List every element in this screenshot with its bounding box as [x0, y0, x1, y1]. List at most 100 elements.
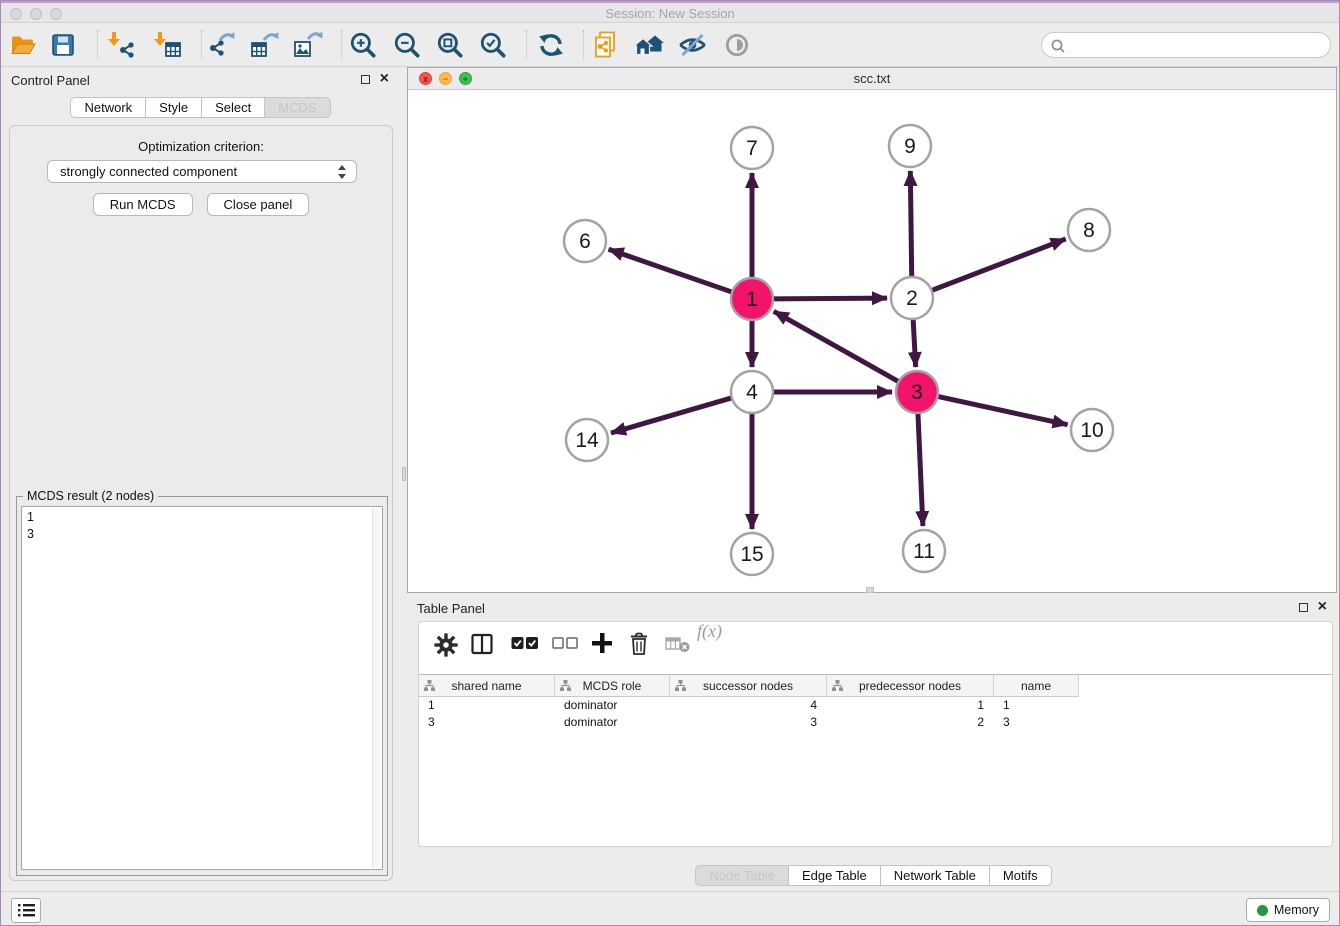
- splitter-grip[interactable]: [402, 467, 406, 481]
- deselect-all-button[interactable]: [552, 637, 578, 649]
- tab-style[interactable]: Style: [145, 97, 202, 118]
- split-panel-button[interactable]: [470, 632, 494, 656]
- graph-node-10[interactable]: [1071, 409, 1113, 451]
- graph-edge-3-10[interactable]: [937, 396, 1068, 424]
- float-panel-icon[interactable]: [361, 75, 370, 84]
- refresh-style-button[interactable]: [536, 30, 566, 60]
- float-table-panel-icon[interactable]: [1299, 603, 1308, 612]
- graph-edge-3-11[interactable]: [918, 412, 923, 526]
- control-panel: Control Panel × NetworkStyleSelectMCDS O…: [1, 67, 401, 891]
- table-cell[interactable]: dominator: [555, 697, 670, 714]
- graph-node-14[interactable]: [566, 419, 608, 461]
- column-header-shared-name[interactable]: shared name: [419, 675, 555, 697]
- graph-node-4[interactable]: [731, 371, 773, 413]
- dropdown-stepper-icon: [337, 164, 347, 180]
- network-view-window: x − + scc.txt 1234678910111415: [407, 67, 1337, 593]
- tab-edge-table[interactable]: Edge Table: [788, 865, 881, 886]
- fx-icon: f(x): [697, 621, 722, 641]
- result-scrollbar[interactable]: [372, 508, 381, 868]
- open-session-button[interactable]: [9, 32, 38, 57]
- close-table-panel-icon[interactable]: ×: [1318, 602, 1327, 612]
- tab-node-table[interactable]: Node Table: [695, 865, 789, 886]
- column-header-successor-nodes[interactable]: successor nodes: [670, 675, 827, 697]
- main-toolbar: [1, 23, 1339, 67]
- hide-selected-button[interactable]: [678, 32, 707, 57]
- tab-mcds[interactable]: MCDS: [264, 97, 330, 118]
- network-canvas[interactable]: 1234678910111415: [408, 90, 1336, 592]
- table-cell[interactable]: 3: [994, 714, 1079, 731]
- criterion-dropdown[interactable]: strongly connected component: [47, 160, 357, 183]
- trash-icon: [627, 631, 651, 657]
- zoom-in-icon: [348, 30, 378, 60]
- graph-node-7[interactable]: [731, 127, 773, 169]
- tab-motifs[interactable]: Motifs: [989, 865, 1052, 886]
- table-cell[interactable]: 1: [994, 697, 1079, 714]
- export-network-button[interactable]: [207, 31, 237, 59]
- graph-edge-2-9[interactable]: [910, 171, 911, 278]
- graph-node-3[interactable]: [896, 371, 938, 413]
- graph-node-6[interactable]: [564, 220, 606, 262]
- table-panel-tabs: Node TableEdge TableNetwork TableMotifs: [407, 865, 1340, 886]
- column-header-predecessor-nodes[interactable]: predecessor nodes: [827, 675, 994, 697]
- function-builder-button: f(x): [697, 631, 722, 633]
- export-table-button[interactable]: [250, 31, 280, 59]
- tab-select[interactable]: Select: [201, 97, 265, 118]
- tab-network-table[interactable]: Network Table: [880, 865, 990, 886]
- tab-network[interactable]: Network: [70, 97, 146, 118]
- table-body: 1dominator4113dominator323: [419, 697, 1332, 730]
- zoom-in-button[interactable]: [348, 30, 378, 60]
- search-box[interactable]: [1041, 32, 1331, 58]
- table-cell[interactable]: dominator: [555, 714, 670, 731]
- task-history-button[interactable]: [11, 898, 41, 923]
- search-input[interactable]: [1070, 34, 1320, 56]
- export-image-button[interactable]: [293, 31, 323, 59]
- table-cell[interactable]: 3: [670, 714, 827, 731]
- graph-node-11[interactable]: [903, 530, 945, 572]
- clone-network-button[interactable]: [591, 30, 621, 59]
- graph-edge-2-3[interactable]: [913, 318, 916, 367]
- add-column-button[interactable]: [589, 630, 615, 656]
- graph-node-1[interactable]: [731, 278, 773, 320]
- table-cell[interactable]: 1: [827, 697, 994, 714]
- table-cell[interactable]: 1: [419, 697, 555, 714]
- graph-edge-1-2[interactable]: [772, 298, 887, 299]
- save-session-button[interactable]: [50, 32, 76, 58]
- graph-edge-1-6[interactable]: [609, 249, 733, 292]
- table-cell[interactable]: 2: [827, 714, 994, 731]
- graph-node-8[interactable]: [1068, 209, 1110, 251]
- graph-edge-2-8[interactable]: [931, 239, 1066, 291]
- export-image-icon: [293, 31, 323, 59]
- mcds-tab-content: Optimization criterion: strongly connect…: [9, 125, 393, 881]
- graph-node-9[interactable]: [889, 125, 931, 167]
- import-table-button[interactable]: [151, 31, 182, 59]
- table-settings-button[interactable]: [433, 632, 459, 658]
- home-layout-button[interactable]: [633, 31, 666, 58]
- table-cell[interactable]: 3: [419, 714, 555, 731]
- graph-node-2[interactable]: [891, 277, 933, 319]
- table-cell[interactable]: 4: [670, 697, 827, 714]
- close-panel-button[interactable]: Close panel: [207, 193, 310, 216]
- delete-column-button[interactable]: [627, 631, 651, 657]
- table-row[interactable]: 1dominator411: [419, 697, 1332, 714]
- memory-button[interactable]: Memory: [1246, 898, 1330, 922]
- zoom-selected-button[interactable]: [478, 30, 508, 60]
- column-header-MCDS-role[interactable]: MCDS role: [555, 675, 670, 697]
- graph-node-15[interactable]: [731, 533, 773, 575]
- table-row[interactable]: 3dominator323: [419, 714, 1332, 731]
- column-header-name[interactable]: name: [994, 675, 1079, 697]
- select-all-button[interactable]: [511, 636, 539, 650]
- graph-edge-3-1[interactable]: [774, 311, 900, 382]
- node-table: shared nameMCDS rolesuccessor nodesprede…: [419, 674, 1332, 730]
- import-network-button[interactable]: [105, 31, 136, 59]
- zoom-out-button[interactable]: [392, 30, 422, 60]
- toolbar-separator: [583, 30, 584, 60]
- zoom-fit-button[interactable]: [435, 30, 465, 60]
- table-toolbar: f(x): [419, 622, 1332, 668]
- run-mcds-button[interactable]: Run MCDS: [93, 193, 193, 216]
- search-icon: [1050, 38, 1066, 54]
- graph-edge-4-14[interactable]: [611, 398, 733, 433]
- close-panel-icon[interactable]: ×: [380, 74, 389, 84]
- zoom-selected-icon: [478, 30, 508, 60]
- mcds-result-area[interactable]: 1 3: [21, 506, 383, 870]
- mcds-result-title: MCDS result (2 nodes): [23, 489, 158, 503]
